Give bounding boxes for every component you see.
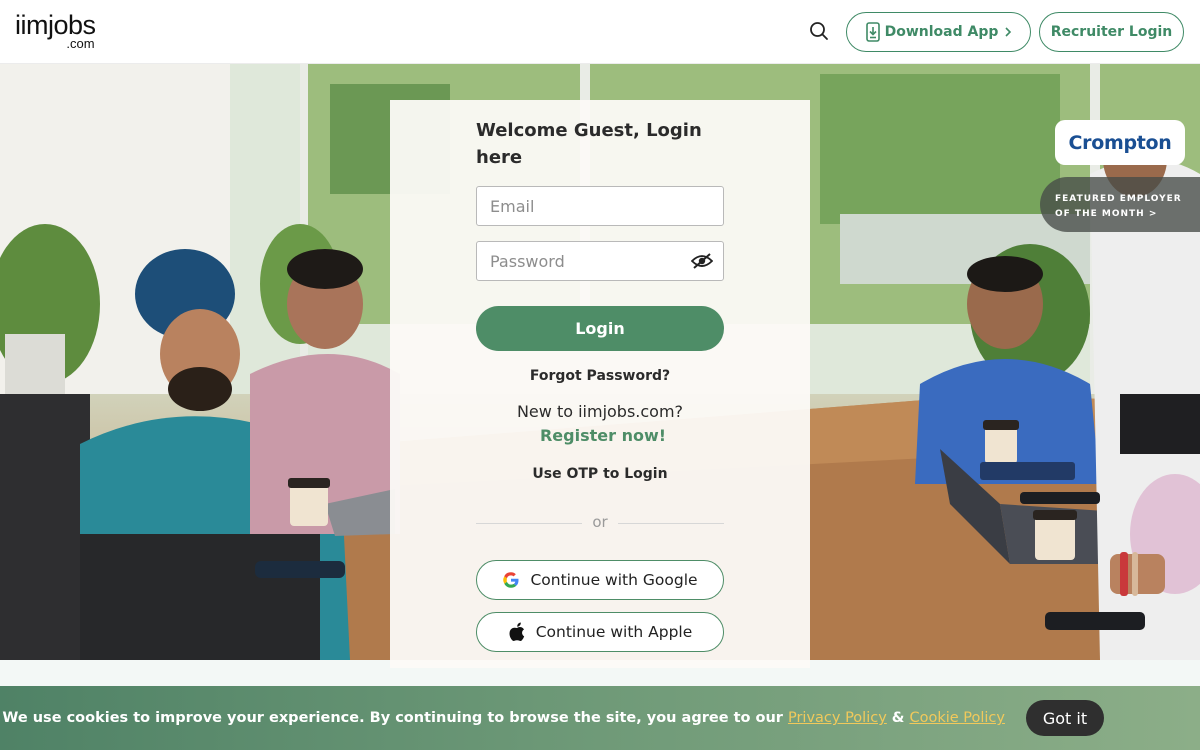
- eye-slash-icon[interactable]: [690, 250, 714, 272]
- welcome-heading: Welcome Guest, Login here: [476, 120, 702, 168]
- privacy-policy-link[interactable]: Privacy Policy: [788, 710, 887, 726]
- google-login-label: Continue with Google: [530, 571, 698, 589]
- new-to-text: New to iimjobs.com?: [516, 402, 684, 421]
- recruiter-login-button[interactable]: Recruiter Login: [1039, 12, 1184, 52]
- cookie-text: We use cookies to improve your experienc…: [2, 710, 783, 726]
- search-icon[interactable]: [806, 18, 832, 44]
- chevron-right-icon: [1004, 26, 1012, 38]
- forgot-password-link[interactable]: Forgot Password?: [476, 368, 724, 384]
- login-button[interactable]: Login: [476, 306, 724, 351]
- cookie-banner: We use cookies to improve your experienc…: [0, 686, 1200, 750]
- download-app-button[interactable]: Download App: [846, 12, 1031, 52]
- or-separator: or: [592, 513, 608, 531]
- apple-login-label: Continue with Apple: [535, 623, 693, 641]
- register-link[interactable]: Register now!: [540, 426, 666, 445]
- password-input[interactable]: [476, 241, 724, 281]
- got-it-button[interactable]: Got it: [1026, 700, 1104, 736]
- cookie-policy-link[interactable]: Cookie Policy: [909, 710, 1005, 726]
- divider-right: [618, 523, 724, 524]
- divider-left: [476, 523, 582, 524]
- featured-employer-link[interactable]: FEATURED EMPLOYER OF THE MONTH >: [1040, 177, 1200, 232]
- login-card: Welcome Guest, Login here Login Forgot P…: [390, 100, 810, 668]
- recruiter-login-label: Recruiter Login: [1050, 24, 1173, 40]
- featured-line-2: OF THE MONTH >: [1055, 209, 1158, 219]
- site-header: iimjobs .com Download App Recruiter Logi…: [0, 0, 1200, 64]
- apple-icon: [508, 622, 526, 642]
- otp-login-link[interactable]: Use OTP to Login: [476, 466, 724, 482]
- cookie-message: We use cookies to improve your experienc…: [0, 686, 1010, 750]
- logo-brand: iimjobs: [15, 10, 96, 40]
- phone-download-icon: [865, 22, 881, 42]
- email-input[interactable]: [476, 186, 724, 226]
- google-login-button[interactable]: Continue with Google: [476, 560, 724, 600]
- cookie-amp: &: [891, 710, 905, 726]
- featured-company-name: Crompton: [1068, 131, 1172, 154]
- iimjobs-logo[interactable]: iimjobs .com: [15, 10, 96, 51]
- register-prompt: New to iimjobs.com? Register now!: [476, 400, 724, 448]
- download-app-label: Download App: [884, 24, 999, 40]
- featured-employer-logo[interactable]: Crompton: [1055, 120, 1185, 165]
- google-icon: [502, 571, 520, 589]
- apple-login-button[interactable]: Continue with Apple: [476, 612, 724, 652]
- featured-line-1: FEATURED EMPLOYER: [1055, 194, 1182, 204]
